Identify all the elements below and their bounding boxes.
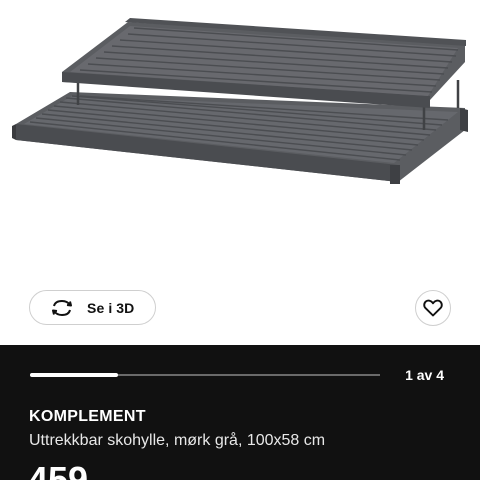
product-description: Uttrekkbar skohylle, mørk grå, 100x58 cm (29, 432, 326, 449)
carousel-position: 1 av 4 (405, 367, 444, 383)
product-name[interactable]: KOMPLEMENT (29, 408, 146, 426)
carousel-progress-track[interactable] (30, 373, 380, 377)
heart-icon (423, 299, 443, 317)
favorite-button[interactable] (415, 290, 451, 326)
rotate-3d-icon (51, 299, 73, 317)
view-3d-label: Se i 3D (87, 300, 135, 316)
product-price: 459,- (28, 459, 111, 500)
carousel-progress-fill (30, 373, 118, 377)
product-image-area: Se i 3D (0, 0, 480, 345)
product-info-panel: 1 av 4 KOMPLEMENT Uttrekkbar skohylle, m… (0, 345, 480, 498)
view-3d-button[interactable]: Se i 3D (29, 290, 156, 325)
